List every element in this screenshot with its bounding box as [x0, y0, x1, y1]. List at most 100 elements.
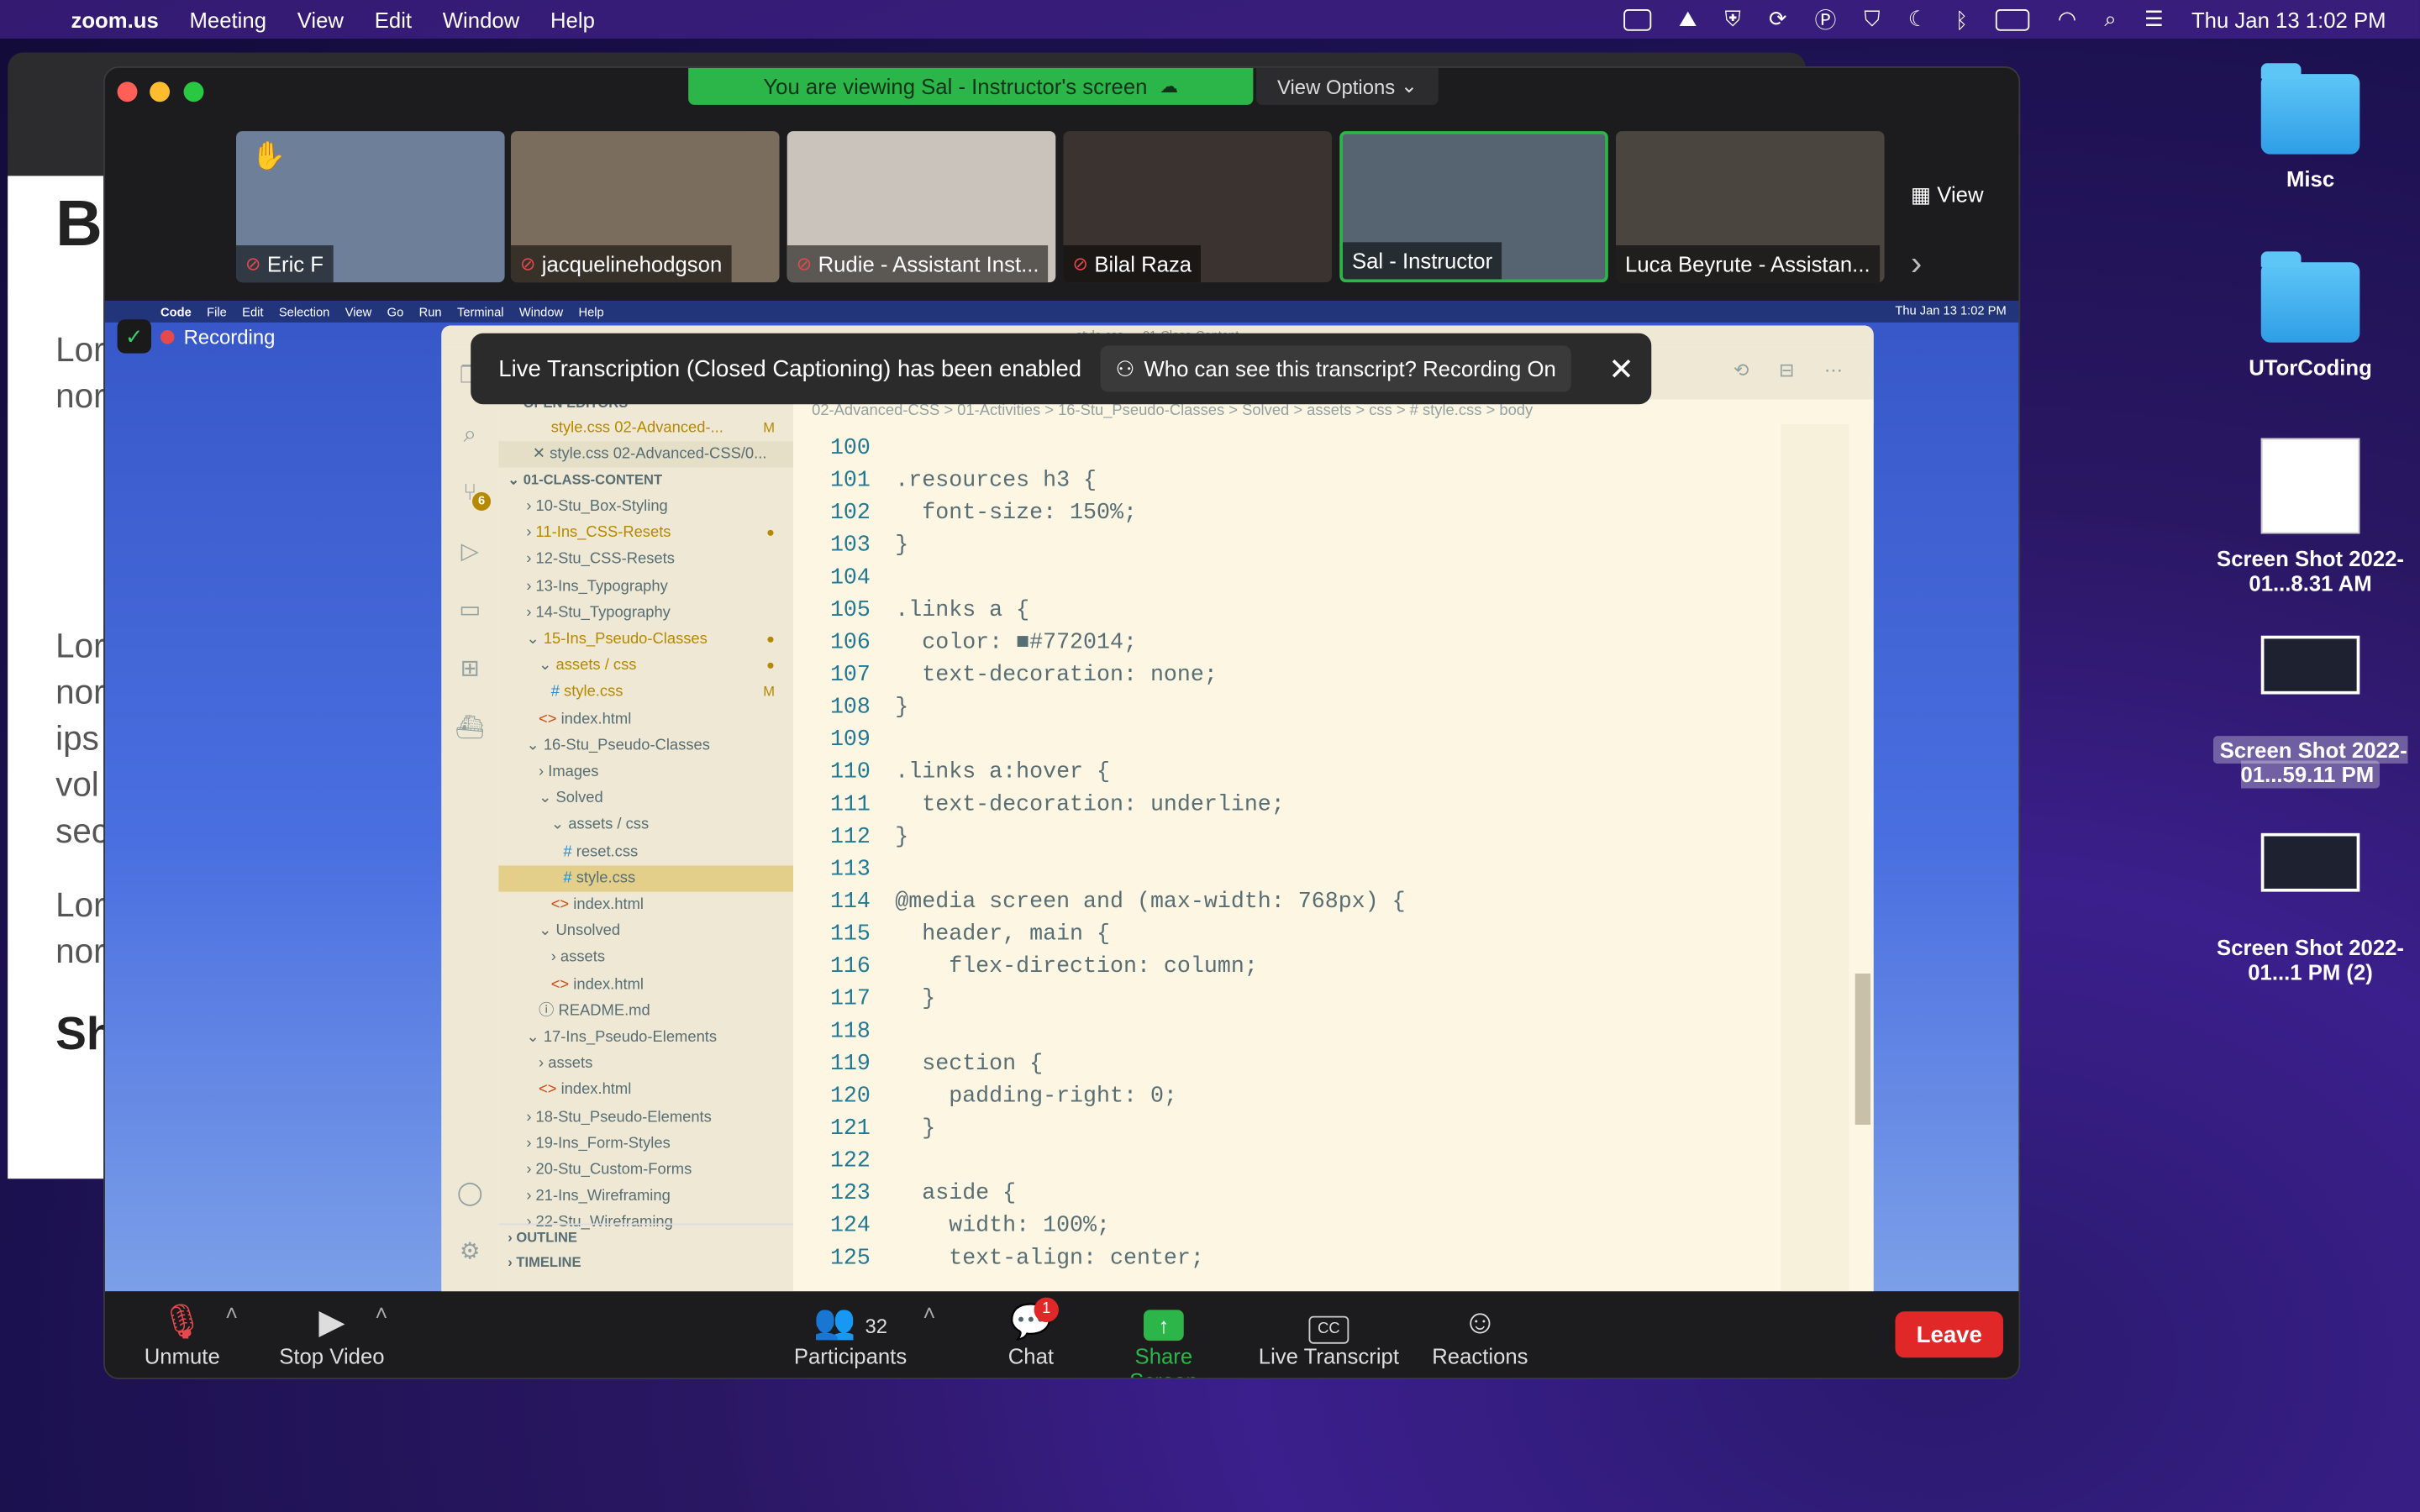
- code-line[interactable]: @media screen and (max-width: 768px) {: [895, 890, 1405, 915]
- unmute-button[interactable]: 🎙 Unmute: [142, 1300, 223, 1368]
- close-icon[interactable]: ✕: [1608, 349, 1634, 388]
- code-line[interactable]: text-decoration: underline;: [895, 793, 1285, 817]
- shield-icon[interactable]: ⛨: [1725, 6, 1741, 32]
- docker-icon[interactable]: ⛴: [441, 699, 498, 758]
- tree-item[interactable]: <> index.html: [498, 706, 793, 732]
- editor-actions-icon[interactable]: ⟲ ⊟ ⋯: [1733, 360, 1855, 381]
- open-editor-item[interactable]: style.css 02-Advanced-... M: [498, 415, 793, 441]
- tree-item[interactable]: <> index.html: [498, 971, 793, 997]
- folder-header[interactable]: ⌄ 01-CLASS-CONTENT: [498, 468, 793, 494]
- minimap[interactable]: [1781, 424, 1849, 1292]
- moon-icon[interactable]: ☾: [1908, 6, 1928, 32]
- video-options-chevron-icon[interactable]: ˄: [375, 1300, 387, 1325]
- code-line[interactable]: }: [895, 1117, 935, 1142]
- leave-button[interactable]: Leave: [1895, 1311, 2004, 1358]
- code-line[interactable]: color: ■#772014;: [895, 631, 1137, 655]
- menubar-clock[interactable]: Thu Jan 13 1:02 PM: [2191, 7, 2386, 31]
- menu-view[interactable]: View: [281, 7, 359, 31]
- bluetooth-icon[interactable]: ᛒ: [1955, 7, 1968, 31]
- tree-item[interactable]: <> index.html: [498, 1078, 793, 1104]
- tree-item[interactable]: › 19-Ins_Form-Styles: [498, 1131, 793, 1157]
- video-tile[interactable]: ⊘ jacquelinehodgson: [510, 131, 780, 283]
- close-icon[interactable]: ✕: [533, 446, 545, 463]
- tree-item[interactable]: › 20-Stu_Custom-Forms: [498, 1158, 793, 1184]
- next-page-chevron-icon[interactable]: ›: [1911, 244, 1922, 284]
- tree-item[interactable]: # reset.css: [498, 838, 793, 864]
- desktop-screenshot-2[interactable]: Screen Shot 2022-01...59.11 PM: [2210, 635, 2411, 789]
- active-speaker-tile[interactable]: Sal - Instructor: [1339, 131, 1608, 283]
- recording-indicator[interactable]: ✓ Recording: [117, 319, 275, 354]
- run-debug-icon[interactable]: ▷: [441, 523, 498, 582]
- minimize-window-button[interactable]: [150, 81, 171, 102]
- tree-item[interactable]: <> index.html: [498, 892, 793, 918]
- timeline-section[interactable]: › TIMELINE: [498, 1250, 793, 1276]
- desktop-folder-misc[interactable]: Misc: [2210, 63, 2411, 192]
- stop-video-button[interactable]: ▶︎ Stop Video: [275, 1300, 389, 1368]
- tree-item[interactable]: › 13-Ins_Typography: [498, 574, 793, 600]
- audio-options-chevron-icon[interactable]: ˄: [225, 1300, 238, 1325]
- control-center-icon[interactable]: ☰: [2144, 6, 2164, 32]
- video-tile[interactable]: ⊘ Rudie - Assistant Inst...: [786, 131, 1056, 283]
- reactions-button[interactable]: ☺ Reactions: [1429, 1300, 1531, 1368]
- settings-gear-icon[interactable]: ⚙: [441, 1224, 498, 1283]
- code-line[interactable]: }: [895, 987, 935, 1011]
- code-line[interactable]: section {: [895, 1053, 1043, 1077]
- tree-item[interactable]: › 12-Stu_CSS-Resets: [498, 547, 793, 573]
- menu-window[interactable]: Window: [427, 7, 534, 31]
- vpn-icon[interactable]: ⛰: [1679, 6, 1697, 32]
- tree-item[interactable]: › 11-Ins_CSS-Resets ●: [498, 520, 793, 546]
- code-line[interactable]: font-size: 150%;: [895, 501, 1137, 526]
- search-icon[interactable]: ⌕: [441, 406, 498, 465]
- app-menu[interactable]: zoom.us: [61, 7, 174, 31]
- video-tile[interactable]: Luca Beyrute - Assistan...: [1616, 131, 1885, 283]
- share-screen-button[interactable]: ↑Share Screen: [1099, 1300, 1228, 1378]
- open-editor-item[interactable]: ✕ style.css 02-Advanced-CSS/0...: [498, 441, 794, 468]
- code-line[interactable]: header, main {: [895, 922, 1110, 947]
- tree-item[interactable]: › 21-Ins_Wireframing: [498, 1184, 793, 1210]
- live-transcript-button[interactable]: CC Live Transcript: [1255, 1300, 1402, 1368]
- video-tile[interactable]: ⊘ Eric F ✋: [236, 131, 505, 283]
- tree-item[interactable]: ⌄ 16-Stu_Pseudo-Classes: [498, 732, 793, 759]
- tree-item[interactable]: › 10-Stu_Box-Styling: [498, 494, 793, 520]
- wifi-icon[interactable]: ◠: [2058, 6, 2076, 32]
- tree-item[interactable]: ⓘ README.md: [498, 998, 793, 1024]
- p-icon[interactable]: Ⓟ: [1815, 4, 1837, 35]
- protect-icon[interactable]: ⛉: [1864, 6, 1880, 32]
- zoom-window-button[interactable]: [183, 81, 204, 102]
- code-line[interactable]: text-decoration: none;: [895, 664, 1218, 688]
- desktop-screenshot-3[interactable]: Screen Shot 2022-01...1 PM (2): [2210, 832, 2411, 984]
- zoom-status-icon[interactable]: [1623, 8, 1651, 30]
- code-line[interactable]: aside {: [895, 1182, 1016, 1206]
- close-window-button[interactable]: [117, 81, 138, 102]
- tree-item[interactable]: › assets: [498, 1051, 793, 1077]
- code-line[interactable]: }: [895, 533, 908, 558]
- menu-meeting[interactable]: Meeting: [174, 7, 281, 31]
- code-line[interactable]: }: [895, 696, 908, 720]
- code-line[interactable]: padding-right: 0;: [895, 1084, 1177, 1109]
- outline-section[interactable]: › OUTLINE: [498, 1223, 794, 1250]
- code-line[interactable]: width: 100%;: [895, 1214, 1110, 1238]
- sync-icon[interactable]: ⟳: [1769, 6, 1787, 32]
- code-line[interactable]: flex-direction: column;: [895, 955, 1258, 979]
- editor-scrollbar[interactable]: [1854, 973, 1871, 1125]
- tree-item[interactable]: › assets: [498, 945, 793, 971]
- menu-edit[interactable]: Edit: [359, 7, 427, 31]
- desktop-folder-utorcoding[interactable]: UTorCoding: [2210, 251, 2411, 380]
- video-tile[interactable]: ⊘ Bilal Raza: [1063, 131, 1333, 283]
- source-control-icon[interactable]: ⑂ 6: [441, 465, 498, 523]
- tree-item[interactable]: # style.css: [498, 865, 794, 892]
- code-line[interactable]: .links a {: [895, 599, 1029, 623]
- view-options-button[interactable]: View Options ⌄: [1256, 67, 1439, 105]
- remote-explorer-icon[interactable]: ▭: [441, 581, 498, 640]
- tree-item[interactable]: ⌄ assets / css ●: [498, 653, 793, 679]
- view-layout-button[interactable]: ▦ View: [1911, 182, 1984, 208]
- extensions-icon[interactable]: ⊞: [441, 640, 498, 699]
- code-line[interactable]: .links a:hover {: [895, 760, 1110, 785]
- chat-button[interactable]: 💬 1 Chat: [994, 1297, 1068, 1368]
- tree-item[interactable]: ⌄ 15-Ins_Pseudo-Classes ●: [498, 627, 793, 653]
- tree-item[interactable]: › Images: [498, 759, 793, 785]
- participants-button[interactable]: 👥 32 Participants: [793, 1300, 908, 1368]
- shared-screen[interactable]: Code File Edit Selection View Go Run Ter…: [104, 301, 2019, 1292]
- tree-item[interactable]: › 14-Stu_Typography: [498, 600, 793, 626]
- menu-help[interactable]: Help: [535, 7, 611, 31]
